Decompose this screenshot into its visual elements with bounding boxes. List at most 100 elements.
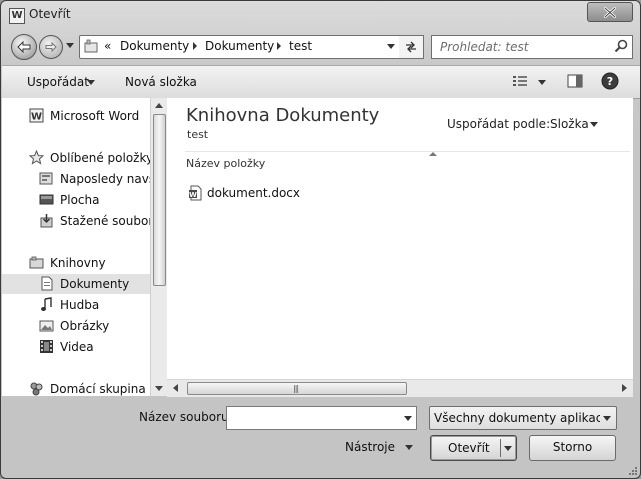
navigation-pane-scrollbar[interactable] [150,98,167,396]
arrange-by-dropdown[interactable]: Složka [550,117,589,131]
view-details-icon[interactable] [512,74,528,88]
nav-item-libraries[interactable]: Knihovny [2,253,150,273]
nav-item-label: Microsoft Word [50,109,140,123]
title-bar[interactable]: W Otevřít [1,1,640,29]
window-title: Otevřít [29,7,71,21]
forward-button[interactable] [39,35,63,59]
nav-item-videos[interactable]: Videa [2,337,150,357]
library-subtitle: test [187,128,209,141]
close-icon [604,6,616,18]
help-icon[interactable]: ? [601,72,619,90]
arrow-right-icon [45,42,57,52]
documents-icon [41,276,53,291]
open-button-label: Otevřít [448,441,490,455]
nav-item-label: Videa [60,340,94,354]
nav-item-label: Hudba [60,298,100,312]
close-button[interactable] [587,2,633,22]
library-title: Knihovna Dokumenty [186,105,380,126]
chevron-down-icon [66,43,74,48]
music-icon [41,297,52,311]
search-icon[interactable] [614,39,628,53]
new-folder-button[interactable]: Nová složka [125,75,197,89]
svg-text:W: W [31,112,42,123]
recent-places-icon [39,172,53,185]
nav-item-label: Dokumenty [60,277,130,291]
organize-button[interactable]: Uspořádat [27,75,89,89]
scroll-down-icon[interactable] [155,386,163,391]
svg-text:W: W [189,191,197,199]
nav-item-downloads[interactable]: Stažené soubory [2,211,150,231]
view-options-chevron-icon[interactable] [538,80,546,85]
pictures-icon [39,320,54,332]
chevron-down-icon[interactable] [87,80,95,85]
homegroup-icon [30,382,43,396]
tools-menu-button[interactable]: Nástroje [345,440,395,454]
sort-ascending-icon [429,152,437,156]
preview-pane-icon[interactable] [567,74,583,88]
nav-item-pictures[interactable]: Obrázky [2,316,150,336]
scroll-right-icon[interactable] [622,384,627,392]
arrow-left-icon [17,41,31,53]
search-input[interactable]: Prohledat: test [440,40,528,54]
back-button[interactable] [11,34,37,60]
chevron-down-icon[interactable] [405,445,413,450]
resize-grip-icon[interactable] [628,466,638,476]
scrollbar-thumb[interactable] [153,114,166,286]
address-bar[interactable]: « Dokumenty Dokumenty test [79,35,401,59]
nav-item-label: Domácí skupina [50,382,146,396]
command-bar: Uspořádat Nová složka ? [2,65,640,99]
downloads-icon [40,214,53,228]
scroll-up-icon[interactable] [155,103,163,108]
svg-text:?: ? [607,75,613,88]
cancel-button[interactable]: Storno [529,435,616,461]
breadcrumb-dokumenty-2[interactable]: Dokumenty [205,39,274,53]
nav-item-desktop[interactable]: Plocha [2,190,150,210]
file-list-pane: Knihovna Dokumenty test Uspořádat podle:… [167,98,633,396]
filename-input[interactable] [226,406,417,430]
file-item[interactable]: W dokument.docx [185,182,385,204]
scroll-left-icon[interactable] [173,384,178,392]
split-button-divider [500,439,501,457]
open-button[interactable]: Otevřít [430,435,517,461]
nav-item-recent-places[interactable]: Naposledy navštívené [2,169,150,189]
open-options-chevron-icon[interactable] [504,446,512,451]
nav-item-documents[interactable]: Dokumenty [2,274,150,294]
chevron-down-icon[interactable] [590,122,598,127]
breadcrumb-dokumenty-1[interactable]: Dokumenty [120,39,189,53]
breadcrumb-test[interactable]: test [289,39,312,53]
refresh-button[interactable] [399,35,424,59]
search-box[interactable]: Prohledat: test [431,35,633,59]
nav-item-label: Naposledy navštívené [60,172,150,186]
videos-icon [40,340,53,353]
address-overflow-indicator[interactable]: « [104,39,111,53]
breadcrumb-arrow-icon[interactable] [193,42,197,50]
file-list-horizontal-scrollbar[interactable]: ||| [167,379,633,397]
column-header-name[interactable]: Název položky [186,157,265,170]
recent-locations-button[interactable] [65,39,75,53]
divider [185,151,630,152]
word-icon: W [29,108,44,123]
nav-item-homegroup[interactable]: Domácí skupina [2,379,150,396]
nav-item-label: Plocha [60,193,100,207]
refresh-icon [406,41,416,53]
breadcrumb-arrow-icon[interactable] [277,42,281,50]
scrollbar-thumb[interactable]: ||| [187,382,407,395]
address-dropdown-icon[interactable] [387,44,395,49]
chevron-down-icon[interactable] [404,416,412,421]
nav-item-label: Oblíbené položky [50,151,150,165]
nav-item-label: Obrázky [60,319,110,333]
navigation-pane: W Microsoft Word Oblíbené položky Naposl… [2,98,150,396]
file-type-filter-value: Všechny dokumenty aplikace Word [434,411,600,425]
nav-item-label: Knihovny [50,256,106,270]
star-icon [29,150,44,165]
word-app-icon: W [9,8,25,24]
chevron-down-icon[interactable] [603,416,611,421]
desktop-icon [39,194,54,205]
scrollbar-grip-icon: ||| [293,384,299,393]
nav-item-microsoft-word[interactable]: W Microsoft Word [2,106,150,126]
nav-item-favorites[interactable]: Oblíbené položky [2,148,150,168]
word-document-icon: W [189,185,202,201]
folder-libraries-icon [84,39,98,53]
file-type-filter[interactable]: Všechny dokumenty aplikace Word [429,406,617,430]
nav-item-music[interactable]: Hudba [2,295,150,315]
